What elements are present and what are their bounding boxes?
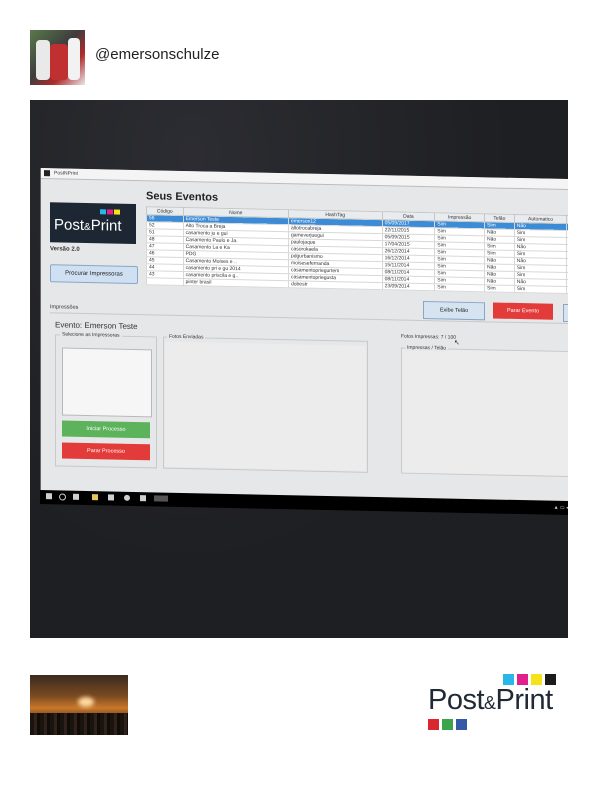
window-title: PostNPrint (54, 170, 78, 177)
app-logo-print: Print (90, 217, 122, 235)
username[interactable]: @emersonschulze (95, 46, 219, 63)
app-logo-amp: & (84, 221, 91, 234)
browser-icon[interactable] (124, 494, 130, 501)
select-printers-label: Selecione as Impressoras (60, 331, 122, 339)
file-explorer-icon[interactable] (92, 494, 98, 501)
table-cell: dobestr (288, 280, 383, 290)
version-label: Versão 2.0 (50, 246, 80, 253)
impressions-section-label: Impressões (50, 304, 79, 311)
app-icon (44, 170, 50, 177)
printer-list[interactable] (62, 347, 152, 418)
table-cell: 0 (566, 286, 568, 294)
sent-photos-panel: Fotos Enviadas (163, 333, 368, 473)
event-label: Evento: Emerson Teste (55, 320, 138, 332)
app-taskbar-icon-2[interactable] (140, 495, 146, 502)
events-title: Seus Eventos (146, 190, 219, 204)
app-logo: Post&Print (50, 202, 136, 245)
cover-thumbnail[interactable] (30, 675, 128, 735)
profile-avatar[interactable] (30, 30, 85, 85)
show-screen-button[interactable]: Exibe Telão (423, 301, 485, 321)
brand-logo-amp: & (484, 693, 496, 713)
table-cell: Sim (514, 285, 567, 294)
start-menu-icon[interactable] (46, 493, 52, 500)
select-printers-group: Selecione as Impressoras Iniciar Process… (55, 331, 157, 469)
stop-event-button[interactable]: Parar Evento (493, 302, 553, 320)
stop-process-button[interactable]: Parar Processo (62, 442, 150, 461)
prints-screen-panel[interactable]: Impressas / Telão (401, 344, 568, 478)
search-icon[interactable] (59, 493, 66, 501)
start-process-button[interactable]: Iniciar Processo (62, 420, 150, 439)
extra-button[interactable] (563, 303, 568, 323)
table-cell (146, 277, 184, 286)
find-printers-button[interactable]: Procurar Impressoras (50, 264, 138, 285)
task-view-icon[interactable] (73, 493, 79, 500)
brand-logo: Post&Print (428, 674, 570, 736)
mouse-cursor-icon: ↖ (454, 339, 460, 347)
printed-photos-count: Fotos Impressas: 7 / 100 (401, 333, 457, 341)
brand-logo-post: Post (428, 684, 485, 716)
app-window: PostNPrint Post&Print Versão 2.0 Procura… (40, 168, 568, 505)
table-cell: 23/09/2014 (382, 282, 435, 291)
sent-photos-list[interactable] (165, 341, 366, 471)
table-cell: Sim (434, 283, 485, 292)
events-table[interactable]: Código Nome HashTag Data Impressão Telão Autom… (146, 206, 568, 295)
monitor-photo: PostNPrint Post&Print Versão 2.0 Procura… (30, 100, 568, 638)
table-cell: Sim (484, 284, 515, 293)
system-tray-icon[interactable]: ▲ ▭ ◀ ▢ (554, 505, 568, 511)
app-taskbar-icon[interactable] (108, 494, 114, 501)
sent-photos-label: Fotos Enviadas (167, 333, 206, 341)
prints-screen-label: Impressas / Telão (405, 344, 449, 352)
active-app-icon[interactable] (154, 495, 168, 502)
brand-logo-print: Print (495, 684, 554, 716)
app-logo-post: Post (54, 216, 85, 234)
table-cell: pinter brasil (183, 278, 289, 288)
